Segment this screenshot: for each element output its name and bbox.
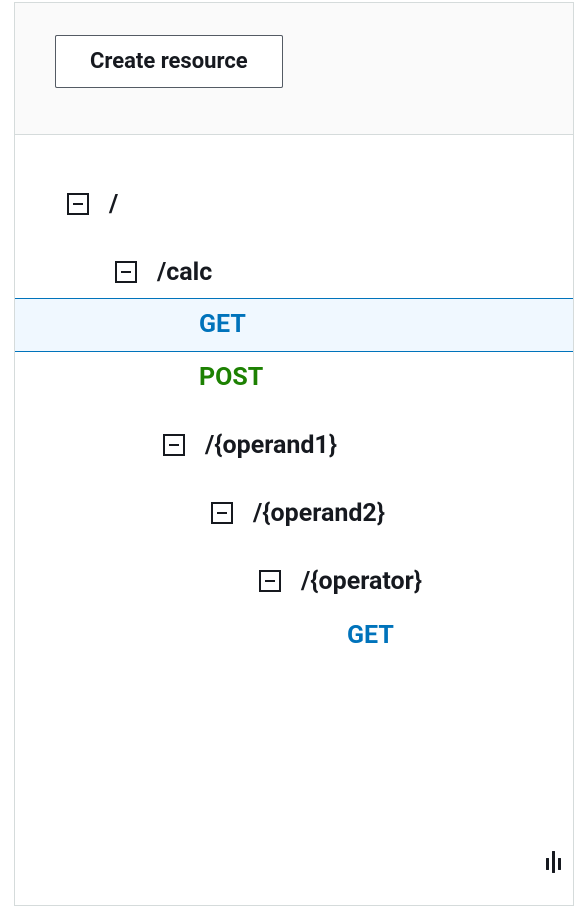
method-row-get-calc[interactable]: GET (15, 298, 573, 352)
resource-label: / (109, 190, 118, 219)
resource-label: /{operator} (301, 567, 422, 596)
row-spacer (305, 624, 327, 646)
method-label: POST (199, 363, 263, 392)
row-spacer (157, 314, 179, 336)
row-spacer (157, 366, 179, 388)
collapse-icon[interactable] (67, 193, 89, 215)
method-label: GET (199, 310, 246, 339)
method-row-post-calc[interactable]: POST (15, 350, 573, 404)
method-row-get-operator[interactable]: GET (15, 608, 573, 662)
collapse-icon[interactable] (211, 502, 233, 524)
resource-label: /{operand1} (205, 431, 337, 460)
collapse-icon[interactable] (115, 261, 137, 283)
resource-tree-panel: Create resource / /calc GET POST /{opera… (14, 2, 574, 906)
resource-label: /calc (157, 258, 212, 287)
resource-row-root[interactable]: / (15, 177, 573, 231)
resource-label: /{operand2} (253, 499, 385, 528)
collapse-icon[interactable] (259, 570, 281, 592)
method-label: GET (347, 621, 394, 650)
resource-row-operator[interactable]: /{operator} (15, 554, 573, 608)
resource-row-calc[interactable]: /calc (15, 245, 573, 299)
resource-row-operand2[interactable]: /{operand2} (15, 486, 573, 540)
resource-row-operand1[interactable]: /{operand1} (15, 418, 573, 472)
resource-tree: / /calc GET POST /{operand1} /{operand2} (15, 135, 573, 662)
collapse-icon[interactable] (163, 434, 185, 456)
signal-bars-icon (546, 849, 561, 873)
create-resource-button[interactable]: Create resource (55, 35, 283, 88)
toolbar: Create resource (15, 3, 573, 135)
